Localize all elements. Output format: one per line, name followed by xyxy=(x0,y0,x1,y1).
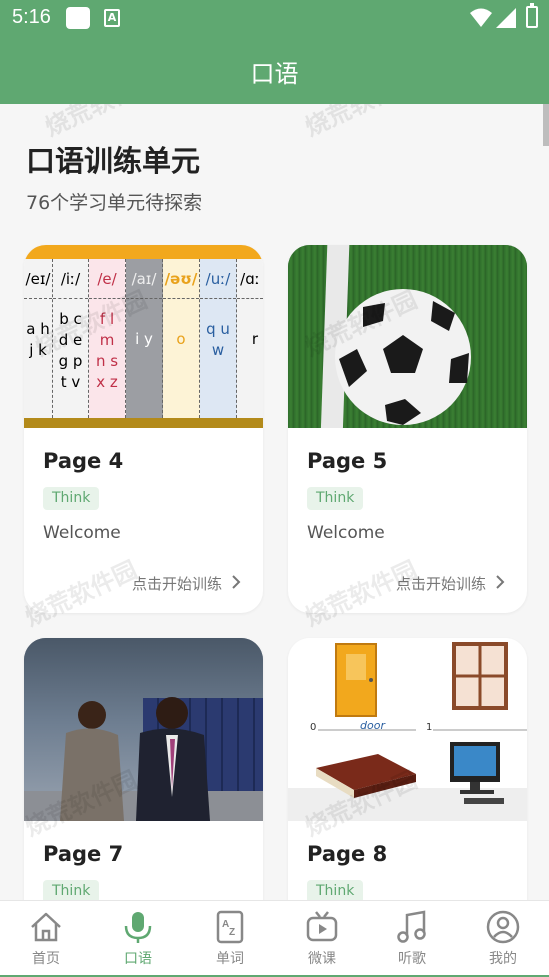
nav-label: 首页 xyxy=(32,951,60,967)
chevron-right-icon xyxy=(496,575,505,589)
card-title: Page 4 xyxy=(43,449,124,473)
card-title: Page 5 xyxy=(307,449,388,473)
unit-card[interactable]: /eɪ/ a h j k /iː/ b c d e g p t v /e/ f l m n … xyxy=(24,245,263,613)
phonics-column-head: /e/ xyxy=(89,259,125,299)
phonics-letters: j k xyxy=(29,341,47,359)
phonics-column-head: /iː/ xyxy=(53,259,88,299)
home-icon xyxy=(31,912,61,942)
wifi-icon xyxy=(470,8,492,27)
nav-label: 我的 xyxy=(489,951,517,967)
tv-icon xyxy=(306,911,338,942)
phonics-letters: a h xyxy=(26,320,50,338)
dictionary-icon: AZ xyxy=(216,910,244,944)
phonics-letters: o xyxy=(176,330,186,348)
start-training-label: 点击开始训练 xyxy=(131,575,222,593)
people-figure-icon xyxy=(60,697,210,821)
unit-card[interactable]: 0 door 1 Page 8 Think xyxy=(288,638,527,900)
chart-top-band xyxy=(24,245,263,259)
watermark: 烧荒软件园 xyxy=(38,104,162,143)
start-training-link[interactable]: 点击开始训练 xyxy=(132,573,241,594)
phonics-letters: m xyxy=(99,331,115,349)
scrollbar[interactable] xyxy=(543,104,549,146)
phonics-letters: d e xyxy=(58,331,83,349)
phonics-column: /eɪ/ a h j k xyxy=(24,259,53,418)
unit-card[interactable]: Page 5 Think Welcome 点击开始训练 xyxy=(288,245,527,613)
phonics-letters: f l xyxy=(99,310,115,328)
phonics-letters: b c xyxy=(59,310,82,328)
nav-label: 口语 xyxy=(124,951,152,967)
card-title: Page 7 xyxy=(43,842,124,866)
section-subheading: 76个学习单元待探索 xyxy=(26,192,203,214)
phonics-column: /uː/ q u w xyxy=(200,259,237,418)
phonics-column: /ɑː r xyxy=(237,259,263,418)
nav-label: 微课 xyxy=(308,951,336,967)
card-tag: Think xyxy=(307,880,364,900)
phonics-letters: n s xyxy=(95,352,119,370)
card-tag: Think xyxy=(43,880,100,900)
phonics-letters: g p xyxy=(58,352,83,370)
microphone-icon xyxy=(124,912,152,943)
status-bar: 5:16 A xyxy=(0,0,549,36)
music-note-icon xyxy=(397,910,426,943)
nav-item-profile[interactable]: 我的 xyxy=(457,909,549,968)
phonics-letters: r xyxy=(251,330,259,348)
phonics-column-head: /eɪ/ xyxy=(24,259,52,299)
objects-illustration-icon xyxy=(288,642,527,821)
app-header: 口语 xyxy=(0,36,549,104)
phonics-letters: q u xyxy=(206,320,230,338)
app-screen: 5:16 A 口语 口语训练单元 76个学习单元待探索 /eɪ/ a h j k … xyxy=(0,0,549,977)
page-title: 口语 xyxy=(250,60,299,88)
phonics-letters: x z xyxy=(96,373,118,391)
soccer-ball-icon xyxy=(335,289,471,425)
bottom-navigation: 首页 口语 AZ 单词 微课 听歌 我的 xyxy=(0,900,549,977)
chevron-right-icon xyxy=(232,575,241,589)
nav-item-home[interactable]: 首页 xyxy=(0,909,92,968)
phonics-column: /əʊ/ o xyxy=(163,259,200,418)
user-icon xyxy=(486,910,520,944)
phonics-column-head: /uː/ xyxy=(200,259,236,299)
nav-label: 听歌 xyxy=(398,951,426,967)
phonics-column-head: /ɑː xyxy=(237,259,263,299)
nav-item-words[interactable]: AZ 单词 xyxy=(184,909,276,968)
card-tag: Think xyxy=(43,487,100,510)
school-hallway-image xyxy=(24,638,263,821)
start-training-label: 点击开始训练 xyxy=(395,575,486,593)
phonics-column: /aɪ/ i y xyxy=(126,259,163,418)
watermark: 烧荒软件园 xyxy=(298,104,422,143)
card-title: Page 8 xyxy=(307,842,388,866)
phonics-column-head: /aɪ/ xyxy=(126,259,162,299)
start-training-link[interactable]: 点击开始训练 xyxy=(396,573,505,594)
word-label: door xyxy=(360,719,385,732)
nav-item-speaking[interactable]: 口语 xyxy=(92,909,184,968)
chart-bottom-band xyxy=(24,418,263,428)
section-heading: 口语训练单元 xyxy=(26,144,201,178)
household-objects-image: 0 door 1 xyxy=(288,638,527,821)
phonics-chart-image: /eɪ/ a h j k /iː/ b c d e g p t v /e/ f l m n … xyxy=(24,245,263,428)
phonics-column: /iː/ b c d e g p t v xyxy=(53,259,89,418)
status-time: 5:16 xyxy=(12,6,51,28)
cellular-signal-icon xyxy=(496,8,516,28)
card-tag: Think xyxy=(307,487,364,510)
nav-label: 单词 xyxy=(216,951,244,967)
nav-item-songs[interactable]: 听歌 xyxy=(366,909,458,968)
svg-text:Z: Z xyxy=(229,927,235,938)
phonics-letters: t v xyxy=(60,373,81,391)
phonics-column-head: /əʊ/ xyxy=(163,259,199,299)
notification-square-icon xyxy=(66,7,90,29)
card-description: Welcome xyxy=(307,523,385,543)
soccer-ball-image xyxy=(288,245,527,428)
number-label: 0 xyxy=(310,722,317,733)
phonics-letters: w xyxy=(211,341,225,359)
unit-card[interactable]: Page 7 Think xyxy=(24,638,263,900)
card-description: Welcome xyxy=(43,523,121,543)
battery-icon xyxy=(526,3,538,28)
main-content[interactable]: 口语训练单元 76个学习单元待探索 /eɪ/ a h j k /iː/ b c d … xyxy=(0,104,549,900)
number-label: 1 xyxy=(426,722,433,733)
phonics-letters: i y xyxy=(135,330,153,348)
a-notification-icon: A xyxy=(104,9,120,27)
phonics-column: /e/ f l m n s x z xyxy=(89,259,126,418)
nav-item-microclass[interactable]: 微课 xyxy=(276,909,368,968)
